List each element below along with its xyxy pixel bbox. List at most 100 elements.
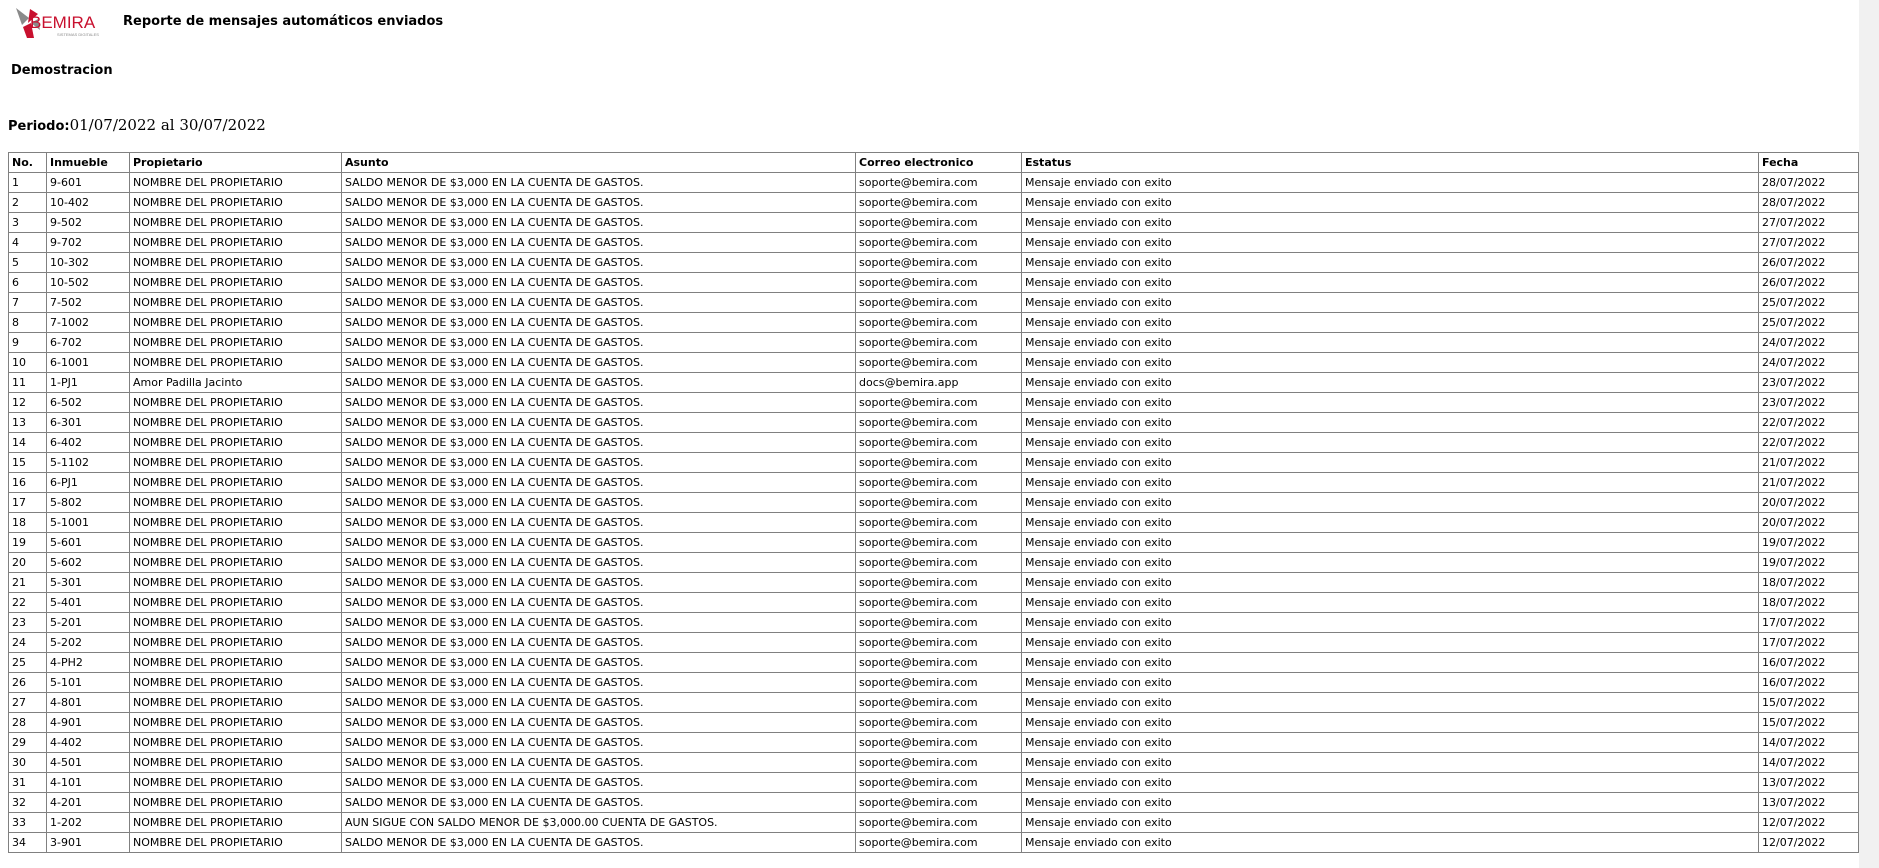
cell-no: 13 bbox=[8, 412, 47, 433]
table-row: 21 5-301 NOMBRE DEL PROPIETARIO SALDO MENOR… bbox=[8, 572, 1859, 593]
cell-no: 9 bbox=[8, 332, 47, 353]
cell-inmueble: 6-702 bbox=[46, 332, 130, 353]
cell-propietario: NOMBRE DEL PROPIETARIO bbox=[129, 572, 342, 593]
cell-inmueble: 4-801 bbox=[46, 692, 130, 713]
report-title: Reporte de mensajes automáticos enviados bbox=[123, 14, 444, 29]
scrollbar-track[interactable] bbox=[1859, 0, 1879, 868]
table-row: 16 6-PJ1 NOMBRE DEL PROPIETARIO SALDO MENOR… bbox=[8, 472, 1859, 493]
cell-inmueble: 6-PJ1 bbox=[46, 472, 130, 493]
cell-inmueble: 10-502 bbox=[46, 272, 130, 293]
cell-no: 20 bbox=[8, 552, 47, 573]
cell-estatus: Mensaje enviado con exito bbox=[1021, 552, 1759, 573]
cell-correo: soporte@bemira.com bbox=[855, 692, 1022, 713]
cell-correo: soporte@bemira.com bbox=[855, 752, 1022, 773]
table-row: 23 5-201 NOMBRE DEL PROPIETARIO SALDO MENOR… bbox=[8, 612, 1859, 633]
cell-correo: soporte@bemira.com bbox=[855, 632, 1022, 653]
cell-fecha: 18/07/2022 bbox=[1758, 572, 1859, 593]
cell-estatus: Mensaje enviado con exito bbox=[1021, 272, 1759, 293]
cell-inmueble: 5-1102 bbox=[46, 452, 130, 473]
svg-text:BEMIRA: BEMIRA bbox=[30, 13, 96, 32]
table-row: 13 6-301 NOMBRE DEL PROPIETARIO SALDO MENOR… bbox=[8, 412, 1859, 433]
cell-asunto: SALDO MENOR DE $3,000 EN LA CUENTA DE GA… bbox=[341, 552, 856, 573]
cell-propietario: NOMBRE DEL PROPIETARIO bbox=[129, 692, 342, 713]
cell-asunto: SALDO MENOR DE $3,000 EN LA CUENTA DE GA… bbox=[341, 272, 856, 293]
cell-no: 24 bbox=[8, 632, 47, 653]
cell-correo: soporte@bemira.com bbox=[855, 792, 1022, 813]
cell-correo: soporte@bemira.com bbox=[855, 552, 1022, 573]
cell-no: 6 bbox=[8, 272, 47, 293]
cell-estatus: Mensaje enviado con exito bbox=[1021, 612, 1759, 633]
cell-estatus: Mensaje enviado con exito bbox=[1021, 452, 1759, 473]
cell-asunto: SALDO MENOR DE $3,000 EN LA CUENTA DE GA… bbox=[341, 692, 856, 713]
cell-asunto: SALDO MENOR DE $3,000 EN LA CUENTA DE GA… bbox=[341, 252, 856, 273]
cell-propietario: NOMBRE DEL PROPIETARIO bbox=[129, 792, 342, 813]
cell-inmueble: 5-1001 bbox=[46, 512, 130, 533]
cell-asunto: SALDO MENOR DE $3,000 EN LA CUENTA DE GA… bbox=[341, 612, 856, 633]
cell-estatus: Mensaje enviado con exito bbox=[1021, 432, 1759, 453]
cell-correo: soporte@bemira.com bbox=[855, 712, 1022, 733]
cell-no: 29 bbox=[8, 732, 47, 753]
table-row: 17 5-802 NOMBRE DEL PROPIETARIO SALDO MENOR… bbox=[8, 492, 1859, 513]
column-header-inmueble: Inmueble bbox=[46, 152, 130, 173]
cell-propietario: NOMBRE DEL PROPIETARIO bbox=[129, 592, 342, 613]
table-row: 6 10-502 NOMBRE DEL PROPIETARIO SALDO MENOR… bbox=[8, 272, 1859, 293]
cell-fecha: 26/07/2022 bbox=[1758, 272, 1859, 293]
cell-estatus: Mensaje enviado con exito bbox=[1021, 192, 1759, 213]
cell-asunto: SALDO MENOR DE $3,000 EN LA CUENTA DE GA… bbox=[341, 192, 856, 213]
cell-inmueble: 4-201 bbox=[46, 792, 130, 813]
cell-estatus: Mensaje enviado con exito bbox=[1021, 812, 1759, 833]
cell-estatus: Mensaje enviado con exito bbox=[1021, 212, 1759, 233]
cell-no: 30 bbox=[8, 752, 47, 773]
table-row: 10 6-1001 NOMBRE DEL PROPIETARIO SALDO MENO… bbox=[8, 352, 1859, 373]
cell-asunto: SALDO MENOR DE $3,000 EN LA CUENTA DE GA… bbox=[341, 772, 856, 793]
cell-correo: soporte@bemira.com bbox=[855, 252, 1022, 273]
cell-inmueble: 6-1001 bbox=[46, 352, 130, 373]
cell-correo: soporte@bemira.com bbox=[855, 232, 1022, 253]
cell-correo: docs@bemira.app bbox=[855, 372, 1022, 393]
cell-correo: soporte@bemira.com bbox=[855, 772, 1022, 793]
cell-asunto: SALDO MENOR DE $3,000 EN LA CUENTA DE GA… bbox=[341, 592, 856, 613]
cell-propietario: NOMBRE DEL PROPIETARIO bbox=[129, 552, 342, 573]
table-row: 24 5-202 NOMBRE DEL PROPIETARIO SALDO MENOR… bbox=[8, 632, 1859, 653]
cell-estatus: Mensaje enviado con exito bbox=[1021, 632, 1759, 653]
cell-estatus: Mensaje enviado con exito bbox=[1021, 792, 1759, 813]
cell-fecha: 16/07/2022 bbox=[1758, 652, 1859, 673]
bemira-logo: BEMIRA SISTEMAS DIGITALES bbox=[14, 6, 110, 40]
cell-estatus: Mensaje enviado con exito bbox=[1021, 512, 1759, 533]
cell-correo: soporte@bemira.com bbox=[855, 592, 1022, 613]
cell-no: 31 bbox=[8, 772, 47, 793]
cell-fecha: 18/07/2022 bbox=[1758, 592, 1859, 613]
table-row: 11 1-PJ1 Amor Padilla Jacinto SALDO MENOR D… bbox=[8, 372, 1859, 393]
cell-no: 15 bbox=[8, 452, 47, 473]
cell-correo: soporte@bemira.com bbox=[855, 412, 1022, 433]
cell-fecha: 24/07/2022 bbox=[1758, 352, 1859, 373]
cell-propietario: NOMBRE DEL PROPIETARIO bbox=[129, 452, 342, 473]
cell-fecha: 26/07/2022 bbox=[1758, 252, 1859, 273]
cell-estatus: Mensaje enviado con exito bbox=[1021, 592, 1759, 613]
cell-propietario: NOMBRE DEL PROPIETARIO bbox=[129, 312, 342, 333]
cell-estatus: Mensaje enviado con exito bbox=[1021, 772, 1759, 793]
cell-asunto: SALDO MENOR DE $3,000 EN LA CUENTA DE GA… bbox=[341, 352, 856, 373]
cell-inmueble: 9-601 bbox=[46, 172, 130, 193]
cell-inmueble: 4-501 bbox=[46, 752, 130, 773]
cell-asunto: SALDO MENOR DE $3,000 EN LA CUENTA DE GA… bbox=[341, 492, 856, 513]
table-row: 19 5-601 NOMBRE DEL PROPIETARIO SALDO MENOR… bbox=[8, 532, 1859, 553]
cell-correo: soporte@bemira.com bbox=[855, 672, 1022, 693]
cell-inmueble: 6-502 bbox=[46, 392, 130, 413]
cell-correo: soporte@bemira.com bbox=[855, 612, 1022, 633]
period-label: Periodo: bbox=[8, 119, 70, 134]
cell-estatus: Mensaje enviado con exito bbox=[1021, 392, 1759, 413]
cell-asunto: SALDO MENOR DE $3,000 EN LA CUENTA DE GA… bbox=[341, 452, 856, 473]
cell-propietario: NOMBRE DEL PROPIETARIO bbox=[129, 212, 342, 233]
cell-asunto: SALDO MENOR DE $3,000 EN LA CUENTA DE GA… bbox=[341, 412, 856, 433]
table-row: 15 5-1102 NOMBRE DEL PROPIETARIO SALDO MENO… bbox=[8, 452, 1859, 473]
cell-no: 17 bbox=[8, 492, 47, 513]
cell-asunto: SALDO MENOR DE $3,000 EN LA CUENTA DE GA… bbox=[341, 332, 856, 353]
cell-propietario: NOMBRE DEL PROPIETARIO bbox=[129, 832, 342, 853]
cell-inmueble: 5-201 bbox=[46, 612, 130, 633]
column-header-correo: Correo electronico bbox=[855, 152, 1022, 173]
table-row: 7 7-502 NOMBRE DEL PROPIETARIO SALDO MENOR … bbox=[8, 292, 1859, 313]
cell-estatus: Mensaje enviado con exito bbox=[1021, 172, 1759, 193]
cell-estatus: Mensaje enviado con exito bbox=[1021, 572, 1759, 593]
cell-estatus: Mensaje enviado con exito bbox=[1021, 692, 1759, 713]
